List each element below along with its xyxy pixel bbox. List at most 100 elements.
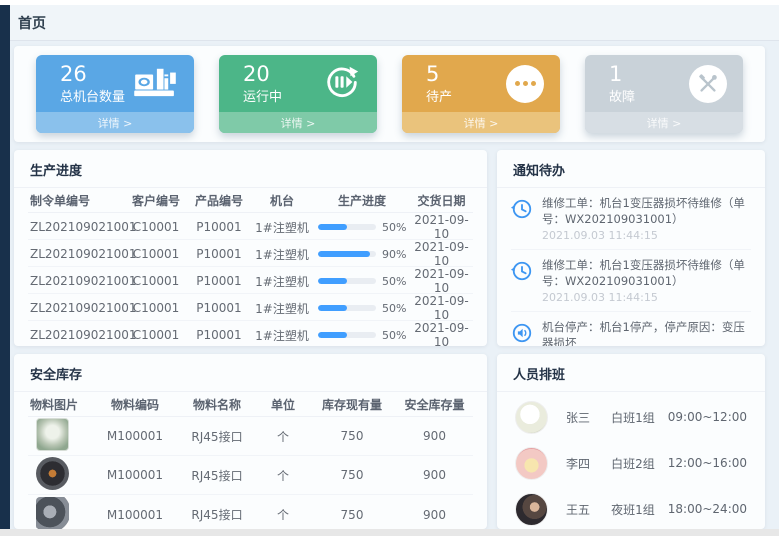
col-header-machine: 机台 — [250, 192, 314, 209]
order-cell: ZL202109021001 — [28, 301, 124, 315]
progress-label: 90% — [382, 248, 406, 261]
roster-row: 王五 夜班1组 18:00~24:00 — [515, 486, 747, 529]
stat-card-total-machines[interactable]: 26 总机台数量 详情 > — [36, 55, 194, 133]
material-name-cell: RJ45接口 — [176, 467, 258, 484]
progress-label: 50% — [382, 221, 406, 234]
order-cell: ZL202109021001 — [28, 274, 124, 288]
product-cell: P10001 — [188, 274, 250, 288]
production-row: ZL202109021001 C10001 P10001 1#注塑机 50% 2… — [28, 321, 473, 346]
production-row: ZL202109021001 C10001 P10001 1#注塑机 50% 2… — [28, 294, 473, 321]
machine-icon — [132, 65, 178, 103]
roster-row: 李四 白班2组 12:00~16:00 — [515, 440, 747, 486]
stat-card-waiting[interactable]: 5 待产 详情 > — [402, 55, 560, 133]
col-header-unit: 单位 — [258, 396, 308, 413]
machine-cell: 1#注塑机 — [250, 300, 314, 317]
shift-time: 09:00~12:00 — [668, 410, 747, 424]
notices-panel: 通知待办 维修工单：机台1变压器损坏待维修（单号：WX202109031001）… — [497, 150, 765, 346]
progress-label: 50% — [382, 329, 406, 342]
roster-list: 张三 白班1组 09:00~12:00 李四 白班2组 12:00~16:00 … — [497, 392, 765, 529]
material-code-cell: M100001 — [94, 508, 176, 522]
col-header-product: 产品编号 — [188, 192, 250, 209]
col-header-progress: 生产进度 — [314, 192, 410, 209]
col-header-customer: 客户编号 — [124, 192, 188, 209]
card-text: 26 总机台数量 — [60, 62, 125, 105]
stock-cell: 750 — [308, 508, 396, 522]
date-cell: 2021-09-10 — [410, 240, 473, 268]
speaker-angle-image — [36, 497, 69, 530]
notice-body: 维修工单：机台1变压器损坏待维修（单号：WX202109031001） 2021… — [542, 258, 751, 304]
notice-time: 2021.09.03 11:44:15 — [542, 291, 751, 304]
shift-label: 白班2组 — [611, 455, 668, 472]
card-text: 1 故障 — [609, 62, 635, 105]
production-row: ZL202109021001 C10001 P10001 1#注塑机 50% 2… — [28, 267, 473, 294]
card-text: 5 待产 — [426, 62, 452, 105]
stat-value: 5 — [426, 62, 452, 86]
table-header-row: 物料图片 物料编码 物料名称 单位 库存现有量 安全库存量 — [28, 392, 473, 417]
detail-link[interactable]: 详情 > — [402, 112, 560, 133]
order-cell: ZL202109021001 — [28, 220, 124, 234]
card-body: 26 总机台数量 — [36, 55, 194, 112]
machine-cell: 1#注塑机 — [250, 273, 314, 290]
notice-time: 2021.09.03 11:44:15 — [542, 229, 751, 242]
inventory-row: M100001 RJ45接口 个 750 900 — [28, 417, 473, 456]
col-header-date: 交货日期 — [410, 192, 473, 209]
notice-text: 维修工单：机台1变压器损坏待维修（单号：WX202109031001） — [542, 258, 751, 289]
production-row: ZL202109021001 C10001 P10001 1#注塑机 50% 2… — [28, 213, 473, 240]
material-code-cell: M100001 — [94, 429, 176, 443]
notice-body: 机台停产：机台1停产，停产原因：变压器损坏 2021.09.03 11:44:1… — [542, 320, 751, 346]
person-name: 李四 — [566, 455, 611, 472]
progress-label: 50% — [382, 275, 406, 288]
stat-card-fault[interactable]: 1 故障 详情 > — [585, 55, 743, 133]
detail-link[interactable]: 详情 > — [219, 112, 377, 133]
stat-card-running[interactable]: 20 运行中 详情 > — [219, 55, 377, 133]
card-body: 5 待产 — [402, 55, 560, 112]
machine-cell: 1#注塑机 — [250, 327, 314, 344]
notice-item[interactable]: 维修工单：机台1变压器损坏待维修（单号：WX202109031001） 2021… — [511, 250, 751, 312]
date-cell: 2021-09-10 — [410, 294, 473, 322]
col-header-image: 物料图片 — [28, 396, 94, 413]
avatar — [515, 447, 548, 480]
stat-value: 26 — [60, 62, 125, 86]
inventory-table: 物料图片 物料编码 物料名称 单位 库存现有量 安全库存量 M100001 RJ… — [14, 392, 487, 529]
shift-time: 18:00~24:00 — [668, 502, 747, 516]
material-name-cell: RJ45接口 — [176, 428, 258, 445]
production-panel: 生产进度 制令单编号 客户编号 产品编号 机台 生产进度 交货日期 ZL2021… — [14, 150, 487, 346]
date-cell: 2021-09-10 — [410, 267, 473, 295]
card-text: 20 运行中 — [243, 62, 282, 105]
card-body: 1 故障 — [585, 55, 743, 112]
product-cell: P10001 — [188, 247, 250, 261]
panel-title: 生产进度 — [14, 150, 487, 188]
stats-panel: 26 总机台数量 详情 > 20 运行中 — [14, 46, 765, 142]
notice-list: 维修工单：机台1变压器损坏待维修（单号：WX202109031001） 2021… — [497, 188, 765, 346]
panel-title: 人员排班 — [497, 354, 765, 392]
production-table: 制令单编号 客户编号 产品编号 机台 生产进度 交货日期 ZL202109021… — [14, 188, 487, 346]
order-cell: ZL202109021001 — [28, 247, 124, 261]
stat-label: 运行中 — [243, 86, 282, 105]
notice-text: 机台停产：机台1停产，停产原因：变压器损坏 — [542, 320, 751, 346]
inventory-row: M100001 RJ45接口 个 750 900 — [28, 456, 473, 495]
col-header-stock: 库存现有量 — [308, 396, 396, 413]
machine-cell: 1#注塑机 — [250, 246, 314, 263]
ellipsis-icon — [506, 65, 544, 103]
tab-home[interactable]: 首页 — [18, 13, 46, 33]
table-header-row: 制令单编号 客户编号 产品编号 机台 生产进度 交货日期 — [28, 188, 473, 213]
sidebar-strip — [0, 5, 10, 529]
detail-link[interactable]: 详情 > — [585, 112, 743, 133]
stat-label: 故障 — [609, 86, 635, 105]
person-name: 王五 — [566, 501, 611, 518]
unit-cell: 个 — [258, 428, 308, 445]
date-cell: 2021-09-10 — [410, 321, 473, 346]
notice-text: 维修工单：机台1变压器损坏待维修（单号：WX202109031001） — [542, 196, 751, 227]
notice-item[interactable]: 机台停产：机台1停产，停产原因：变压器损坏 2021.09.03 11:44:1… — [511, 312, 751, 346]
notice-item[interactable]: 维修工单：机台1变压器损坏待维修（单号：WX202109031001） 2021… — [511, 188, 751, 250]
safety-stock-cell: 900 — [396, 508, 473, 522]
detail-link[interactable]: 详情 > — [36, 112, 194, 133]
customer-cell: C10001 — [124, 328, 188, 342]
material-name-cell: RJ45接口 — [176, 506, 258, 523]
inventory-row: M100001 RJ45接口 个 750 900 — [28, 495, 473, 529]
repair-tools-icon — [689, 65, 727, 103]
shift-label: 夜班1组 — [611, 501, 668, 518]
progress-bar: 90% — [314, 248, 410, 261]
machine-cell: 1#注塑机 — [250, 219, 314, 236]
roster-row: 张三 白班1组 09:00~12:00 — [515, 394, 747, 440]
